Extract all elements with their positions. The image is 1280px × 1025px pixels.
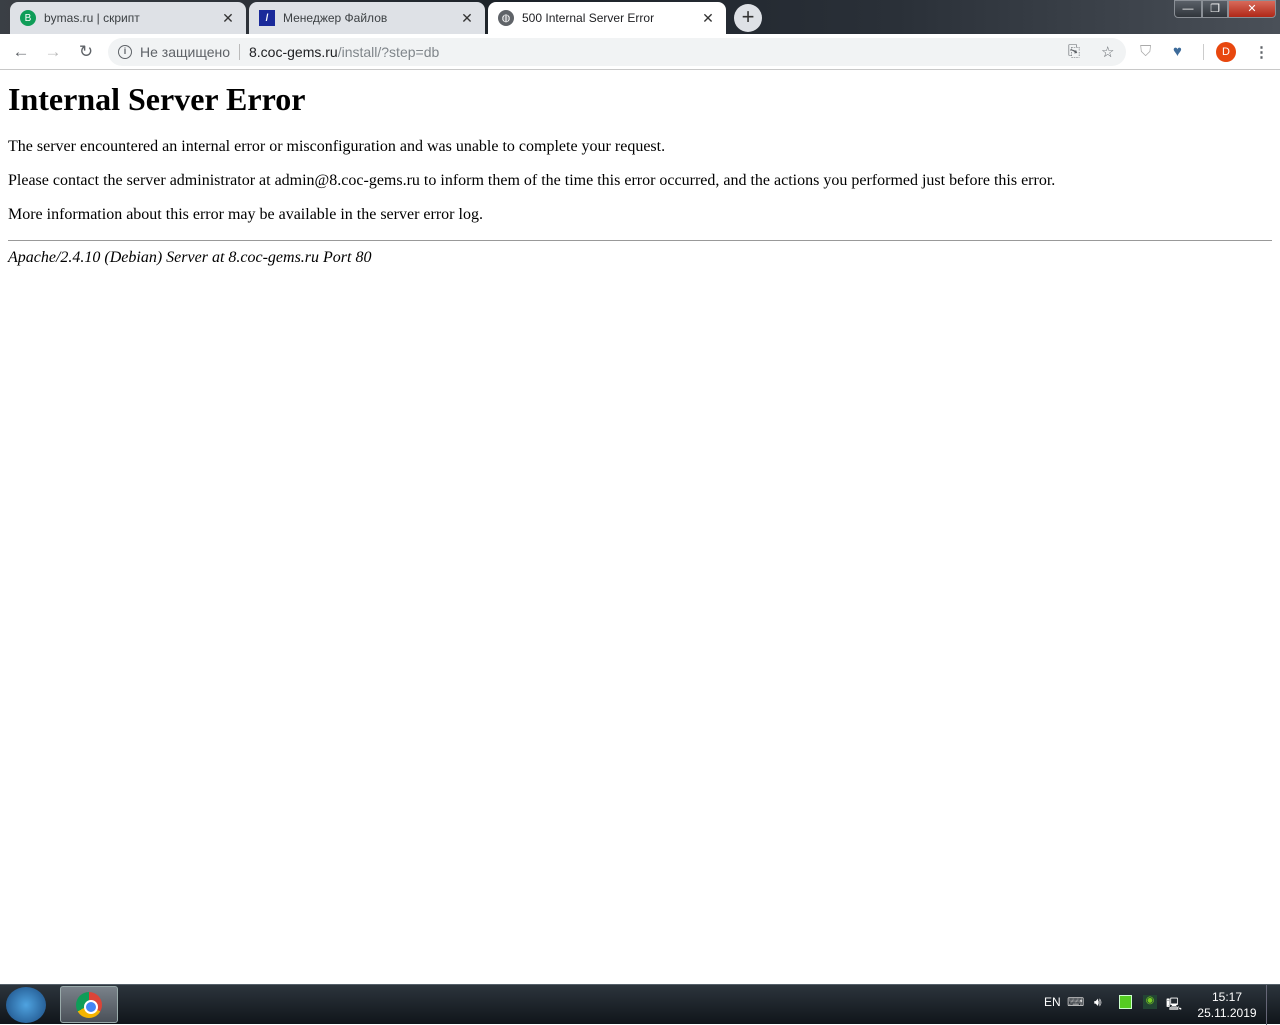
- tab-bymas[interactable]: B bymas.ru | скрипт ✕: [10, 2, 246, 34]
- close-window-button[interactable]: ✕: [1228, 0, 1276, 18]
- reload-icon[interactable]: ↻: [76, 42, 96, 62]
- browser-toolbar: ← → ↻ i Не защищено 8.coc-gems.ru/instal…: [0, 34, 1280, 70]
- bookmark-star-icon[interactable]: ☆: [1101, 43, 1114, 61]
- security-label[interactable]: Не защищено: [140, 44, 230, 60]
- globe-icon: ◍: [498, 10, 514, 26]
- error-description: The server encountered an internal error…: [8, 138, 1272, 156]
- address-bar[interactable]: i Не защищено 8.coc-gems.ru/install/?ste…: [108, 38, 1126, 66]
- taskbar-chrome-button[interactable]: [60, 986, 118, 1023]
- tab-strip: B bymas.ru | скрипт ✕ / Менеджер Файлов …: [0, 0, 1280, 34]
- chrome-icon: [76, 992, 102, 1018]
- forward-icon[interactable]: →: [43, 42, 63, 62]
- nvidia-icon[interactable]: ◉: [1143, 995, 1157, 1009]
- contact-text: Please contact the server administrator …: [8, 172, 1272, 190]
- menu-icon[interactable]: ⋮: [1254, 43, 1269, 61]
- network-icon[interactable]: 🖳︎: [1166, 995, 1182, 1016]
- url-path: /install/?step=db: [338, 44, 440, 60]
- clock-date: 25.11.2019: [1192, 1005, 1262, 1021]
- file-manager-icon: /: [259, 10, 275, 26]
- close-tab-icon[interactable]: ✕: [459, 10, 475, 27]
- restore-button[interactable]: ❐: [1202, 0, 1228, 18]
- start-button[interactable]: [6, 987, 46, 1023]
- translate-icon[interactable]: ⎘: [1068, 43, 1080, 60]
- heart-extension-icon[interactable]: ♥: [1173, 43, 1182, 60]
- log-info-text: More information about this error may be…: [8, 206, 1272, 224]
- divider: [239, 44, 240, 60]
- media-app-icon[interactable]: [1119, 995, 1132, 1009]
- page-content: Internal Server Error The server encount…: [8, 71, 1272, 267]
- keyboard-icon[interactable]: ⌨: [1067, 995, 1084, 1009]
- tab-title: bymas.ru | скрипт: [44, 11, 220, 25]
- tab-title: 500 Internal Server Error: [522, 11, 700, 25]
- minimize-button[interactable]: —: [1174, 0, 1202, 18]
- show-desktop-button[interactable]: [1266, 985, 1280, 1025]
- clock-time: 15:17: [1192, 989, 1262, 1005]
- server-signature: Apache/2.4.10 (Debian) Server at 8.coc-g…: [8, 249, 1272, 267]
- new-tab-button[interactable]: +: [734, 4, 762, 32]
- page-title: Internal Server Error: [8, 81, 1272, 118]
- shield-extension-icon[interactable]: ⛉: [1140, 43, 1151, 60]
- divider: [8, 240, 1272, 241]
- close-tab-icon[interactable]: ✕: [700, 10, 716, 27]
- taskbar: EN ⌨ 🔊︎ ◉ 🖳︎ 15:17 25.11.2019: [0, 984, 1280, 1024]
- language-indicator[interactable]: EN: [1044, 995, 1061, 1009]
- divider: [1203, 44, 1204, 60]
- tab-file-manager[interactable]: / Менеджер Файлов ✕: [249, 2, 485, 34]
- tab-error[interactable]: ◍ 500 Internal Server Error ✕: [488, 2, 726, 34]
- clock[interactable]: 15:17 25.11.2019: [1192, 989, 1262, 1021]
- tab-favicon: B: [20, 10, 36, 26]
- close-tab-icon[interactable]: ✕: [220, 10, 236, 27]
- info-icon[interactable]: i: [118, 45, 132, 59]
- tab-title: Менеджер Файлов: [283, 11, 459, 25]
- volume-icon[interactable]: 🔊︎: [1094, 995, 1102, 1010]
- back-icon[interactable]: ←: [11, 42, 31, 62]
- profile-avatar[interactable]: D: [1216, 42, 1236, 62]
- url-host: 8.coc-gems.ru: [249, 44, 338, 60]
